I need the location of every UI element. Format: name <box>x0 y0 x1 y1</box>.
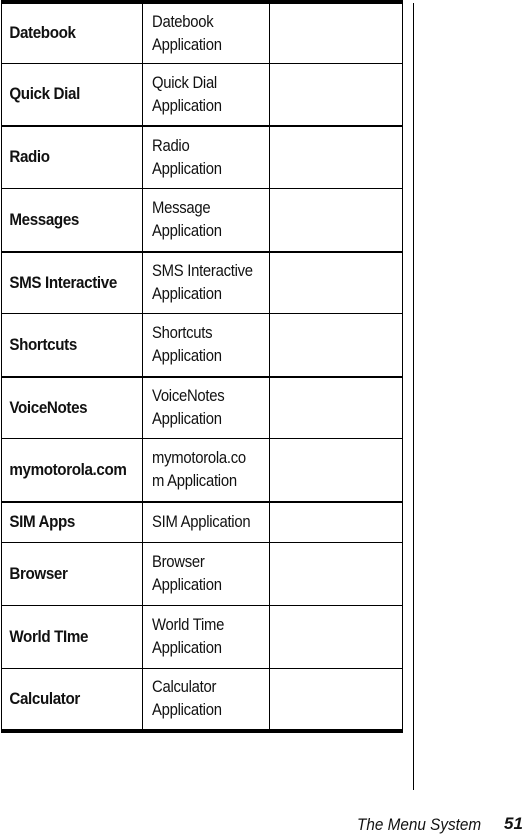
table-row: World TIme World Time Application <box>1 606 403 669</box>
page-margin-rule <box>413 3 414 790</box>
feature-name: mymotorola.com <box>9 460 127 479</box>
feature-name: Datebook <box>9 24 76 42</box>
feature-name: SMS Interactive <box>9 273 117 292</box>
feature-name: Shortcuts <box>9 335 77 354</box>
table-row: Browser Browser Application <box>1 543 403 606</box>
feature-description: Datebook Application <box>142 4 269 63</box>
feature-name: Calculator <box>9 689 80 708</box>
feature-name: SIM Apps <box>9 513 76 531</box>
table-row: Messages Message Application <box>1 189 403 253</box>
feature-notes <box>269 127 402 188</box>
feature-notes <box>269 378 402 438</box>
feature-description: Radio Application <box>142 127 269 188</box>
feature-notes <box>269 4 402 63</box>
feature-name: VoiceNotes <box>9 398 88 417</box>
feature-notes <box>269 503 402 542</box>
feature-description: SMS Interactive Application <box>142 253 269 313</box>
feature-description: Browser Application <box>142 543 269 605</box>
table-row: Shortcuts Shortcuts Application <box>1 314 403 378</box>
table-row: Quick Dial Quick Dial Application <box>1 64 403 127</box>
feature-notes <box>269 543 402 605</box>
feature-name: Radio <box>9 148 50 166</box>
feature-name: Quick Dial <box>9 85 80 103</box>
feature-notes <box>269 606 402 668</box>
feature-name: Browser <box>9 564 68 583</box>
feature-description: Calculator Application <box>142 669 269 729</box>
feature-name: World TIme <box>9 627 89 646</box>
table-row: SMS Interactive SMS Interactive Applicat… <box>1 253 403 314</box>
feature-description: Message Application <box>142 189 269 251</box>
table-row: Radio Radio Application <box>1 127 403 189</box>
table-row: Calculator Calculator Application <box>1 669 403 729</box>
feature-notes <box>269 314 402 376</box>
feature-description: World Time Application <box>142 606 269 668</box>
footer-page-number: 51 <box>504 814 523 833</box>
feature-notes <box>269 669 402 729</box>
feature-name: Messages <box>9 210 79 229</box>
table-bottom-rule <box>1 729 403 733</box>
feature-description: Shortcuts Application <box>142 314 269 376</box>
feature-notes <box>269 439 402 501</box>
feature-description: SIM Application <box>142 503 269 542</box>
footer-section-title: The Menu System <box>357 815 482 834</box>
feature-description: VoiceNotes Application <box>142 378 269 438</box>
table-row: mymotorola.com mymotorola.co m Applicati… <box>1 439 403 503</box>
feature-notes <box>269 64 402 125</box>
feature-description: Quick Dial Application <box>142 64 269 125</box>
feature-description: mymotorola.co m Application <box>142 439 269 501</box>
feature-notes <box>269 253 402 313</box>
menu-feature-table: Datebook Datebook Application Quick Dial… <box>1 0 403 733</box>
table-row: Datebook Datebook Application <box>1 4 403 64</box>
feature-notes <box>269 189 402 251</box>
table-row: VoiceNotes VoiceNotes Application <box>1 378 403 439</box>
table-row: SIM Apps SIM Application <box>1 503 403 543</box>
